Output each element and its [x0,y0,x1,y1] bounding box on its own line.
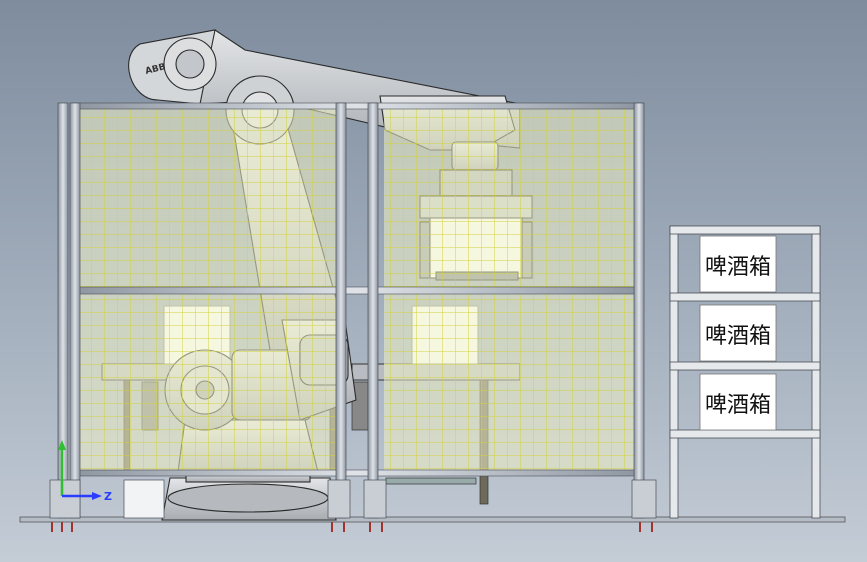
shelf-box-label-3: 啤酒箱 [705,393,771,418]
cad-drawing[interactable]: ABB 啤酒箱 啤酒箱 啤酒箱 Z [0,0,867,562]
safety-fence [49,102,657,532]
axis-z-label: Z [104,490,112,503]
cad-viewport[interactable]: ABB 啤酒箱 啤酒箱 啤酒箱 Z [0,0,867,562]
shelf-box-label-2: 啤酒箱 [705,324,771,349]
shelf-box-label-1: 啤酒箱 [705,255,771,280]
